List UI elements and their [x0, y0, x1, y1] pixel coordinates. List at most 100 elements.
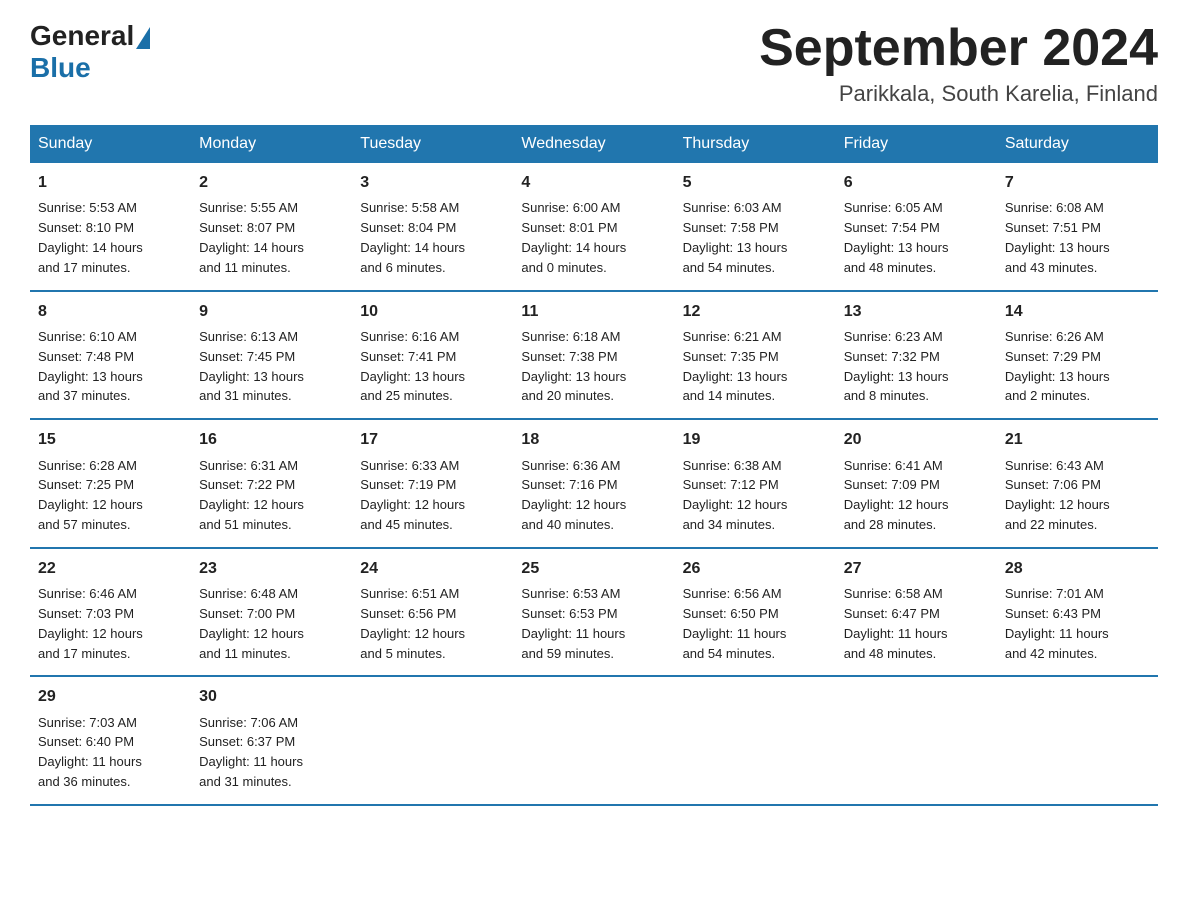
- day-number: 8: [38, 300, 183, 323]
- calendar-cell-w2-d7: 14 Sunrise: 6:26 AMSunset: 7:29 PMDaylig…: [997, 291, 1158, 420]
- day-info: Sunrise: 5:58 AMSunset: 8:04 PMDaylight:…: [360, 200, 465, 275]
- day-number: 20: [844, 428, 989, 451]
- calendar-cell-w1-d2: 2 Sunrise: 5:55 AMSunset: 8:07 PMDayligh…: [191, 163, 352, 291]
- day-number: 2: [199, 171, 344, 194]
- calendar-cell-w1-d6: 6 Sunrise: 6:05 AMSunset: 7:54 PMDayligh…: [836, 163, 997, 291]
- day-info: Sunrise: 5:55 AMSunset: 8:07 PMDaylight:…: [199, 200, 304, 275]
- day-number: 6: [844, 171, 989, 194]
- day-info: Sunrise: 6:43 AMSunset: 7:06 PMDaylight:…: [1005, 458, 1110, 533]
- day-number: 23: [199, 557, 344, 580]
- day-info: Sunrise: 5:53 AMSunset: 8:10 PMDaylight:…: [38, 200, 143, 275]
- day-number: 14: [1005, 300, 1150, 323]
- day-info: Sunrise: 6:21 AMSunset: 7:35 PMDaylight:…: [683, 329, 788, 404]
- calendar-cell-w1-d5: 5 Sunrise: 6:03 AMSunset: 7:58 PMDayligh…: [675, 163, 836, 291]
- calendar-cell-w4-d4: 25 Sunrise: 6:53 AMSunset: 6:53 PMDaylig…: [513, 548, 674, 677]
- calendar-cell-w5-d3: [352, 676, 513, 805]
- day-number: 28: [1005, 557, 1150, 580]
- header-monday: Monday: [191, 125, 352, 163]
- day-info: Sunrise: 6:03 AMSunset: 7:58 PMDaylight:…: [683, 200, 788, 275]
- calendar-cell-w4-d2: 23 Sunrise: 6:48 AMSunset: 7:00 PMDaylig…: [191, 548, 352, 677]
- header-friday: Friday: [836, 125, 997, 163]
- header-thursday: Thursday: [675, 125, 836, 163]
- day-info: Sunrise: 6:05 AMSunset: 7:54 PMDaylight:…: [844, 200, 949, 275]
- day-number: 9: [199, 300, 344, 323]
- day-info: Sunrise: 6:58 AMSunset: 6:47 PMDaylight:…: [844, 586, 948, 661]
- day-number: 16: [199, 428, 344, 451]
- calendar-cell-w4-d1: 22 Sunrise: 6:46 AMSunset: 7:03 PMDaylig…: [30, 548, 191, 677]
- day-info: Sunrise: 6:41 AMSunset: 7:09 PMDaylight:…: [844, 458, 949, 533]
- logo-arrow-icon: [136, 27, 150, 49]
- calendar-cell-w3-d1: 15 Sunrise: 6:28 AMSunset: 7:25 PMDaylig…: [30, 419, 191, 548]
- calendar-title: September 2024: [759, 20, 1158, 77]
- calendar-cell-w3-d4: 18 Sunrise: 6:36 AMSunset: 7:16 PMDaylig…: [513, 419, 674, 548]
- day-info: Sunrise: 7:01 AMSunset: 6:43 PMDaylight:…: [1005, 586, 1109, 661]
- calendar-cell-w1-d1: 1 Sunrise: 5:53 AMSunset: 8:10 PMDayligh…: [30, 163, 191, 291]
- day-info: Sunrise: 6:23 AMSunset: 7:32 PMDaylight:…: [844, 329, 949, 404]
- day-info: Sunrise: 6:13 AMSunset: 7:45 PMDaylight:…: [199, 329, 304, 404]
- day-info: Sunrise: 6:56 AMSunset: 6:50 PMDaylight:…: [683, 586, 787, 661]
- day-info: Sunrise: 6:33 AMSunset: 7:19 PMDaylight:…: [360, 458, 465, 533]
- day-info: Sunrise: 6:08 AMSunset: 7:51 PMDaylight:…: [1005, 200, 1110, 275]
- day-number: 7: [1005, 171, 1150, 194]
- calendar-cell-w2-d1: 8 Sunrise: 6:10 AMSunset: 7:48 PMDayligh…: [30, 291, 191, 420]
- day-number: 1: [38, 171, 183, 194]
- calendar-header-row: Sunday Monday Tuesday Wednesday Thursday…: [30, 125, 1158, 163]
- day-number: 10: [360, 300, 505, 323]
- day-info: Sunrise: 7:03 AMSunset: 6:40 PMDaylight:…: [38, 715, 142, 790]
- day-info: Sunrise: 6:46 AMSunset: 7:03 PMDaylight:…: [38, 586, 143, 661]
- calendar-cell-w3-d3: 17 Sunrise: 6:33 AMSunset: 7:19 PMDaylig…: [352, 419, 513, 548]
- day-number: 19: [683, 428, 828, 451]
- day-info: Sunrise: 6:28 AMSunset: 7:25 PMDaylight:…: [38, 458, 143, 533]
- day-info: Sunrise: 6:18 AMSunset: 7:38 PMDaylight:…: [521, 329, 626, 404]
- day-number: 3: [360, 171, 505, 194]
- title-block: September 2024 Parikkala, South Karelia,…: [759, 20, 1158, 107]
- day-number: 29: [38, 685, 183, 708]
- day-info: Sunrise: 6:00 AMSunset: 8:01 PMDaylight:…: [521, 200, 626, 275]
- calendar-cell-w1-d7: 7 Sunrise: 6:08 AMSunset: 7:51 PMDayligh…: [997, 163, 1158, 291]
- calendar-cell-w2-d5: 12 Sunrise: 6:21 AMSunset: 7:35 PMDaylig…: [675, 291, 836, 420]
- day-info: Sunrise: 6:36 AMSunset: 7:16 PMDaylight:…: [521, 458, 626, 533]
- day-number: 17: [360, 428, 505, 451]
- calendar-table: Sunday Monday Tuesday Wednesday Thursday…: [30, 125, 1158, 806]
- day-number: 24: [360, 557, 505, 580]
- calendar-cell-w5-d6: [836, 676, 997, 805]
- calendar-cell-w5-d7: [997, 676, 1158, 805]
- week-row-1: 1 Sunrise: 5:53 AMSunset: 8:10 PMDayligh…: [30, 163, 1158, 291]
- header-saturday: Saturday: [997, 125, 1158, 163]
- day-info: Sunrise: 6:48 AMSunset: 7:00 PMDaylight:…: [199, 586, 304, 661]
- day-number: 4: [521, 171, 666, 194]
- day-number: 26: [683, 557, 828, 580]
- day-info: Sunrise: 7:06 AMSunset: 6:37 PMDaylight:…: [199, 715, 303, 790]
- day-number: 21: [1005, 428, 1150, 451]
- day-info: Sunrise: 6:51 AMSunset: 6:56 PMDaylight:…: [360, 586, 465, 661]
- logo-blue-text: Blue: [30, 52, 91, 84]
- calendar-cell-w4-d3: 24 Sunrise: 6:51 AMSunset: 6:56 PMDaylig…: [352, 548, 513, 677]
- day-info: Sunrise: 6:31 AMSunset: 7:22 PMDaylight:…: [199, 458, 304, 533]
- calendar-cell-w1-d3: 3 Sunrise: 5:58 AMSunset: 8:04 PMDayligh…: [352, 163, 513, 291]
- day-number: 12: [683, 300, 828, 323]
- day-number: 22: [38, 557, 183, 580]
- day-info: Sunrise: 6:38 AMSunset: 7:12 PMDaylight:…: [683, 458, 788, 533]
- calendar-cell-w1-d4: 4 Sunrise: 6:00 AMSunset: 8:01 PMDayligh…: [513, 163, 674, 291]
- calendar-cell-w2-d6: 13 Sunrise: 6:23 AMSunset: 7:32 PMDaylig…: [836, 291, 997, 420]
- week-row-5: 29 Sunrise: 7:03 AMSunset: 6:40 PMDaylig…: [30, 676, 1158, 805]
- header-sunday: Sunday: [30, 125, 191, 163]
- calendar-cell-w3-d6: 20 Sunrise: 6:41 AMSunset: 7:09 PMDaylig…: [836, 419, 997, 548]
- day-number: 27: [844, 557, 989, 580]
- header-wednesday: Wednesday: [513, 125, 674, 163]
- day-info: Sunrise: 6:53 AMSunset: 6:53 PMDaylight:…: [521, 586, 625, 661]
- week-row-4: 22 Sunrise: 6:46 AMSunset: 7:03 PMDaylig…: [30, 548, 1158, 677]
- calendar-cell-w5-d4: [513, 676, 674, 805]
- week-row-2: 8 Sunrise: 6:10 AMSunset: 7:48 PMDayligh…: [30, 291, 1158, 420]
- day-number: 5: [683, 171, 828, 194]
- calendar-cell-w3-d5: 19 Sunrise: 6:38 AMSunset: 7:12 PMDaylig…: [675, 419, 836, 548]
- page-header: General Blue September 2024 Parikkala, S…: [30, 20, 1158, 107]
- calendar-subtitle: Parikkala, South Karelia, Finland: [759, 81, 1158, 107]
- calendar-cell-w3-d7: 21 Sunrise: 6:43 AMSunset: 7:06 PMDaylig…: [997, 419, 1158, 548]
- day-number: 25: [521, 557, 666, 580]
- calendar-cell-w3-d2: 16 Sunrise: 6:31 AMSunset: 7:22 PMDaylig…: [191, 419, 352, 548]
- calendar-cell-w4-d5: 26 Sunrise: 6:56 AMSunset: 6:50 PMDaylig…: [675, 548, 836, 677]
- calendar-cell-w4-d7: 28 Sunrise: 7:01 AMSunset: 6:43 PMDaylig…: [997, 548, 1158, 677]
- calendar-cell-w5-d1: 29 Sunrise: 7:03 AMSunset: 6:40 PMDaylig…: [30, 676, 191, 805]
- calendar-cell-w4-d6: 27 Sunrise: 6:58 AMSunset: 6:47 PMDaylig…: [836, 548, 997, 677]
